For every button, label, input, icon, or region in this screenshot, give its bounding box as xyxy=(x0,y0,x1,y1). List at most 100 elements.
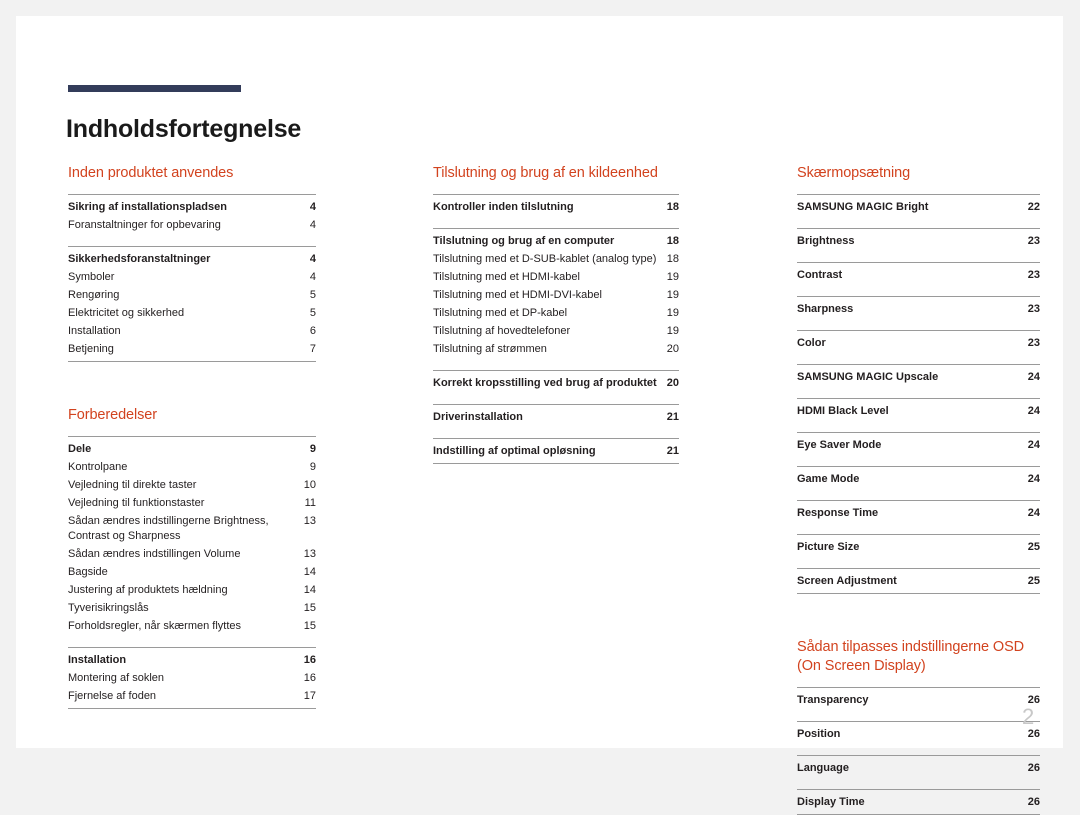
toc-entry-label: Tilslutning med et HDMI-kabel xyxy=(433,271,580,283)
toc-entry-dele[interactable]: Dele 9 xyxy=(68,436,316,458)
toc-entry-installation[interactable]: Installation 16 xyxy=(68,647,316,669)
toc-list: Transparency 26 Position 26 Language 26 Displa… xyxy=(797,687,1040,815)
toc-entry-page: 11 xyxy=(304,497,316,509)
toc-entry-label: Rengøring xyxy=(68,289,120,301)
toc-entry-page: 7 xyxy=(309,343,316,355)
toc-entry-language[interactable]: Language 26 xyxy=(797,755,1040,777)
block-spacer xyxy=(797,216,1040,225)
toc-entry-sharpness[interactable]: Sharpness 23 xyxy=(797,296,1040,318)
toc-entry-label: Foranstaltninger for opbevaring xyxy=(68,219,221,231)
toc-entry-installation[interactable]: Installation 6 xyxy=(68,322,316,340)
toc-entry-sikring-af-installationspladsen[interactable]: Sikring af installationspladsen 4 xyxy=(68,194,316,216)
section-heading-tilslutning-og-brug-af-en-kildeenhed: Tilslutning og brug af en kildeenhed xyxy=(433,165,658,181)
toc-entry-page: 10 xyxy=(303,479,316,491)
toc-entry-label: Eye Saver Mode xyxy=(797,439,882,451)
toc-entry-page: 18 xyxy=(666,253,679,265)
toc-entry-label: Game Mode xyxy=(797,473,860,485)
toc-entry-forholdsregler-nar-skaermen-flyttes[interactable]: Forholdsregler, når skærmen flyttes 15 xyxy=(68,617,316,635)
toc-entry-transparency[interactable]: Transparency 26 xyxy=(797,687,1040,709)
toc-entry-label: Driverinstallation xyxy=(433,411,523,423)
block-spacer xyxy=(433,358,679,367)
section-end-rule xyxy=(68,708,316,709)
toc-entry-kontroller-inden-tilslutning[interactable]: Kontroller inden tilslutning 18 xyxy=(433,194,679,216)
toc-entry-page: 24 xyxy=(1027,507,1040,519)
toc-entry-sikkerhedsforanstaltninger[interactable]: Sikkerhedsforanstaltninger 4 xyxy=(68,246,316,268)
toc-entry-tilslutning-med-et-hdmi-dvi-kabel[interactable]: Tilslutning med et HDMI-DVI-kabel 19 xyxy=(433,286,679,304)
toc-entry-game-mode[interactable]: Game Mode 24 xyxy=(797,466,1040,488)
toc-entry-betjening[interactable]: Betjening 7 xyxy=(68,340,316,358)
toc-entry-page: 16 xyxy=(303,654,316,666)
toc-entry-label: Vejledning til funktionstaster xyxy=(68,497,205,509)
toc-entry-kontrolpane[interactable]: Kontrolpane 9 xyxy=(68,458,316,476)
toc-entry-hdmi-black-level[interactable]: HDMI Black Level 24 xyxy=(797,398,1040,420)
title-accent-rule xyxy=(68,85,241,92)
toc-column-middle: Tilslutning og brug af en kildeenhed Kont… xyxy=(433,164,679,464)
toc-list: Kontroller inden tilslutning 18 Tilslutnin… xyxy=(433,194,679,464)
toc-entry-sadan-aendres-indstillingerne-brightness-con[interactable]: Sådan ændres indstillingerne Brightness,… xyxy=(68,512,316,545)
toc-entry-tilslutning-og-brug-af-en-computer[interactable]: Tilslutning og brug af en computer 18 xyxy=(433,228,679,250)
toc-entry-page: 5 xyxy=(309,307,316,319)
toc-entry-tilslutning-med-et-d-sub-kablet-analog-type[interactable]: Tilslutning med et D-SUB-kablet (analog … xyxy=(433,250,679,268)
toc-entry-label: Screen Adjustment xyxy=(797,575,897,587)
toc-entry-label: SAMSUNG MAGIC Upscale xyxy=(797,371,939,383)
toc-entry-page: 23 xyxy=(1027,235,1040,247)
toc-entry-response-time[interactable]: Response Time 24 xyxy=(797,500,1040,522)
toc-entry-samsung-magic-upscale[interactable]: SAMSUNG MAGIC Upscale 24 xyxy=(797,364,1040,386)
toc-entry-label: Tilslutning med et HDMI-DVI-kabel xyxy=(433,289,602,301)
toc-entry-page: 16 xyxy=(303,672,316,684)
block-spacer xyxy=(433,392,679,401)
block-spacer xyxy=(797,352,1040,361)
toc-entry-page: 25 xyxy=(1027,541,1040,553)
toc-entry-eye-saver-mode[interactable]: Eye Saver Mode 24 xyxy=(797,432,1040,454)
toc-entry-label: Brightness xyxy=(797,235,855,247)
toc-entry-foranstaltninger-for-opbevaring[interactable]: Foranstaltninger for opbevaring 4 xyxy=(68,216,316,234)
toc-entry-label: Tilslutning og brug af en computer xyxy=(433,235,615,247)
toc-entry-sadan-aendres-indstillingen-volume[interactable]: Sådan ændres indstillingen Volume 13 xyxy=(68,545,316,563)
toc-entry-rengoring[interactable]: Rengøring 5 xyxy=(68,286,316,304)
toc-section-forberedelser: Forberedelser Dele 9 Kontrolpane 9 Vejledning… xyxy=(68,406,316,709)
toc-entry-justering-af-produktets-haeldning[interactable]: Justering af produktets hældning 14 xyxy=(68,581,316,599)
section-heading-sadan-tilpasses-indstillingerne-osd-on-scree: Sådan tilpasses indstillingerne OSD (On … xyxy=(797,639,1025,674)
toc-entry-picture-size[interactable]: Picture Size 25 xyxy=(797,534,1040,556)
toc-list: Sikring af installationspladsen 4 Foransta… xyxy=(68,194,316,362)
toc-entry-samsung-magic-bright[interactable]: SAMSUNG MAGIC Bright 22 xyxy=(797,194,1040,216)
toc-entry-tyverisikringslas[interactable]: Tyverisikringslås 15 xyxy=(68,599,316,617)
toc-entry-indstilling-af-optimal-oplosning[interactable]: Indstilling af optimal opløsning 21 xyxy=(433,438,679,460)
toc-entry-tilslutning-af-hovedtelefoner[interactable]: Tilslutning af hovedtelefoner 19 xyxy=(433,322,679,340)
toc-entry-label: Justering af produktets hældning xyxy=(68,584,228,596)
toc-entry-tilslutning-af-strommen[interactable]: Tilslutning af strømmen 20 xyxy=(433,340,679,358)
toc-entry-tilslutning-med-et-hdmi-kabel[interactable]: Tilslutning med et HDMI-kabel 19 xyxy=(433,268,679,286)
toc-entry-page: 4 xyxy=(309,271,316,283)
toc-entry-montering-af-soklen[interactable]: Montering af soklen 16 xyxy=(68,669,316,687)
toc-entry-tilslutning-med-et-dp-kabel[interactable]: Tilslutning med et DP-kabel 19 xyxy=(433,304,679,322)
toc-entry-contrast[interactable]: Contrast 23 xyxy=(797,262,1040,284)
toc-entry-fjernelse-af-foden[interactable]: Fjernelse af foden 17 xyxy=(68,687,316,705)
toc-entry-color[interactable]: Color 23 xyxy=(797,330,1040,352)
toc-entry-korrekt-kropsstilling-ved-brug-af-produktet[interactable]: Korrekt kropsstilling ved brug af produk… xyxy=(433,370,679,392)
toc-entry-brightness[interactable]: Brightness 23 xyxy=(797,228,1040,250)
toc-entry-vejledning-til-direkte-taster[interactable]: Vejledning til direkte taster 10 xyxy=(68,476,316,494)
toc-entry-page: 13 xyxy=(303,548,316,560)
toc-entry-page: 19 xyxy=(666,307,679,319)
toc-entry-elektricitet-og-sikkerhed[interactable]: Elektricitet og sikkerhed 5 xyxy=(68,304,316,322)
toc-entry-page: 4 xyxy=(309,201,316,213)
block-spacer xyxy=(68,234,316,243)
toc-entry-page: 4 xyxy=(309,219,316,231)
toc-entry-page: 19 xyxy=(666,271,679,283)
toc-entry-bagside[interactable]: Bagside 14 xyxy=(68,563,316,581)
toc-entry-vejledning-til-funktionstaster[interactable]: Vejledning til funktionstaster 11 xyxy=(68,494,316,512)
block-spacer xyxy=(797,743,1040,752)
toc-entry-label: Tilslutning af strømmen xyxy=(433,343,547,355)
toc-entry-label: Vejledning til direkte taster xyxy=(68,479,197,491)
toc-entry-label: Sikring af installationspladsen xyxy=(68,201,227,213)
toc-entry-position[interactable]: Position 26 xyxy=(797,721,1040,743)
block-spacer xyxy=(68,635,316,644)
toc-entry-screen-adjustment[interactable]: Screen Adjustment 25 xyxy=(797,568,1040,590)
toc-entry-page: 18 xyxy=(666,201,679,213)
toc-entry-symboler[interactable]: Symboler 4 xyxy=(68,268,316,286)
toc-entry-label: Tilslutning med et D-SUB-kablet (analog … xyxy=(433,253,657,265)
toc-entry-label: SAMSUNG MAGIC Bright xyxy=(797,201,929,213)
toc-entry-display-time[interactable]: Display Time 26 xyxy=(797,789,1040,811)
toc-entry-page: 17 xyxy=(303,690,316,702)
toc-entry-driverinstallation[interactable]: Driverinstallation 21 xyxy=(433,404,679,426)
